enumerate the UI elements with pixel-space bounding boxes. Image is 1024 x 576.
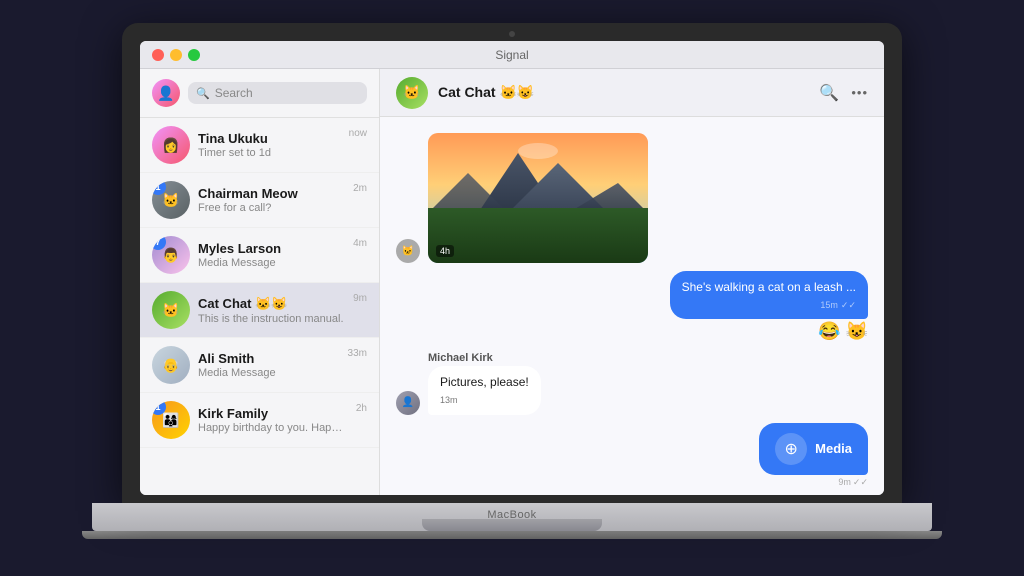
chat-header-name: Cat Chat 🐱😺 <box>438 84 809 101</box>
msg-row-media: ⊕ Media 9m ✓✓ <box>396 423 868 488</box>
media-thumbnail[interactable]: 4h <box>428 133 648 263</box>
screen: Signal 👤 🔍 Search <box>140 41 884 495</box>
sidebar-header: 👤 🔍 Search <box>140 69 379 118</box>
bubble-meta-2: 13m <box>440 394 529 407</box>
conv-preview-kirk: Happy birthday to you. Happy birt... <box>198 422 348 434</box>
laptop-bottom <box>82 531 942 539</box>
laptop-base: MacBook <box>92 503 932 531</box>
conv-item-tina[interactable]: 👩 Tina Ukuku Timer set to 1d now <box>140 118 379 173</box>
laptop-brand: MacBook <box>487 509 536 521</box>
conv-time-ali: 33m <box>348 348 367 359</box>
close-button[interactable] <box>152 49 164 61</box>
conv-name-tina: Tina Ukuku <box>198 131 341 146</box>
conv-info-tina: Tina Ukuku Timer set to 1d <box>198 131 341 159</box>
conv-time-chairman: 2m <box>353 183 367 194</box>
avatar-ali: 👴 <box>152 346 190 384</box>
conv-name-catchat: Cat Chat 🐱😺 <box>198 296 345 312</box>
conv-item-ali[interactable]: 👴 Ali Smith Media Message 33m <box>140 338 379 393</box>
messages: 🐱 <box>380 117 884 495</box>
conv-time-catchat: 9m <box>353 293 367 304</box>
msg-time-1: 15m <box>820 299 838 312</box>
bubble-outgoing-text: She's walking a cat on a leash ... 15m ✓… <box>670 271 868 319</box>
msg-row-michael: 👤 Michael Kirk Pictures, please! 13m <box>396 352 868 414</box>
emoji-reactions-1: 😂 😺 <box>818 321 868 342</box>
avatar-chairman: 🐱 1 <box>152 181 190 219</box>
screen-bezel: Signal 👤 🔍 Search <box>122 23 902 503</box>
bubble-meta-1: 15m ✓✓ <box>682 299 856 312</box>
chat-area: 🐱 Cat Chat 🐱😺 🔍 ••• 🐱 <box>380 69 884 495</box>
message-text-1: She's walking a cat on a leash ... <box>682 280 856 294</box>
conv-info-catchat: Cat Chat 🐱😺 This is the instruction manu… <box>198 296 345 325</box>
conv-info-kirk: Kirk Family Happy birthday to you. Happy… <box>198 406 348 434</box>
sender-name-michael: Michael Kirk <box>428 352 541 364</box>
media-meta: 9m ✓✓ <box>838 477 868 488</box>
conv-name-chairman: Chairman Meow <box>198 186 345 201</box>
traffic-lights <box>152 49 200 61</box>
conv-info-ali: Ali Smith Media Message <box>198 351 340 379</box>
avatar-tina: 👩 <box>152 126 190 164</box>
media-read-receipt: ✓✓ <box>853 477 868 488</box>
chat-header-actions: 🔍 ••• <box>819 83 868 103</box>
message-text-2: Pictures, please! <box>440 375 529 389</box>
app-title: Signal <box>495 48 528 62</box>
avatar-myles: 👨 7 <box>152 236 190 274</box>
conv-time-myles: 4m <box>353 238 367 249</box>
conv-preview-ali: Media Message <box>198 367 340 379</box>
msg-row-outgoing-text: She's walking a cat on a leash ... 15m ✓… <box>396 271 868 344</box>
conversation-list: 👩 Tina Ukuku Timer set to 1d now 🐱 <box>140 118 379 495</box>
minimize-button[interactable] <box>170 49 182 61</box>
msg-row-image: 🐱 <box>396 133 868 263</box>
camera <box>509 31 515 37</box>
avatar-kirk: 👨‍👩‍👦 1 <box>152 401 190 439</box>
titlebar: Signal <box>140 41 884 69</box>
media-bubble[interactable]: ⊕ Media <box>759 423 868 475</box>
conv-info-chairman: Chairman Meow Free for a call? <box>198 186 345 214</box>
bubble-michael: Pictures, please! 13m <box>428 366 541 414</box>
conv-item-myles[interactable]: 👨 7 Myles Larson Media Message 4m <box>140 228 379 283</box>
conv-name-kirk: Kirk Family <box>198 406 348 421</box>
search-icon: 🔍 <box>196 87 210 100</box>
search-bar[interactable]: 🔍 Search <box>188 82 367 104</box>
maximize-button[interactable] <box>188 49 200 61</box>
conv-name-ali: Ali Smith <box>198 351 340 366</box>
more-options-button[interactable]: ••• <box>851 85 868 100</box>
conv-name-myles: Myles Larson <box>198 241 345 256</box>
chat-header-avatar: 🐱 <box>396 77 428 109</box>
conv-info-myles: Myles Larson Media Message <box>198 241 345 269</box>
conv-preview-chairman: Free for a call? <box>198 202 345 214</box>
search-chat-button[interactable]: 🔍 <box>819 83 839 103</box>
my-profile-avatar[interactable]: 👤 <box>152 79 180 107</box>
conv-item-chairman[interactable]: 🐱 1 Chairman Meow Free for a call? 2m <box>140 173 379 228</box>
search-placeholder: Search <box>215 86 253 100</box>
msg-avatar-michael: 👤 <box>396 391 420 415</box>
avatar-catchat: 🐱 <box>152 291 190 329</box>
conv-preview-myles: Media Message <box>198 257 345 269</box>
msg-time-2: 13m <box>440 394 458 407</box>
media-label: Media <box>815 441 852 456</box>
laptop: Signal 👤 🔍 Search <box>102 23 922 553</box>
read-receipt-icon: ✓✓ <box>841 299 856 312</box>
conv-item-catchat[interactable]: 🐱 Cat Chat 🐱😺 This is the instruction ma… <box>140 283 379 338</box>
sidebar: 👤 🔍 Search 👩 <box>140 69 380 495</box>
conv-time-tina: now <box>349 128 367 139</box>
conv-time-kirk: 2h <box>356 403 367 414</box>
app-body: 👤 🔍 Search 👩 <box>140 69 884 495</box>
media-icon: ⊕ <box>775 433 807 465</box>
conv-item-kirk[interactable]: 👨‍👩‍👦 1 Kirk Family Happy birthday to yo… <box>140 393 379 448</box>
conv-preview-tina: Timer set to 1d <box>198 147 341 159</box>
media-duration: 4h <box>436 245 454 257</box>
conv-preview-catchat: This is the instruction manual. <box>198 313 345 325</box>
chat-header: 🐱 Cat Chat 🐱😺 🔍 ••• <box>380 69 884 117</box>
msg-avatar-1: 🐱 <box>396 239 420 263</box>
